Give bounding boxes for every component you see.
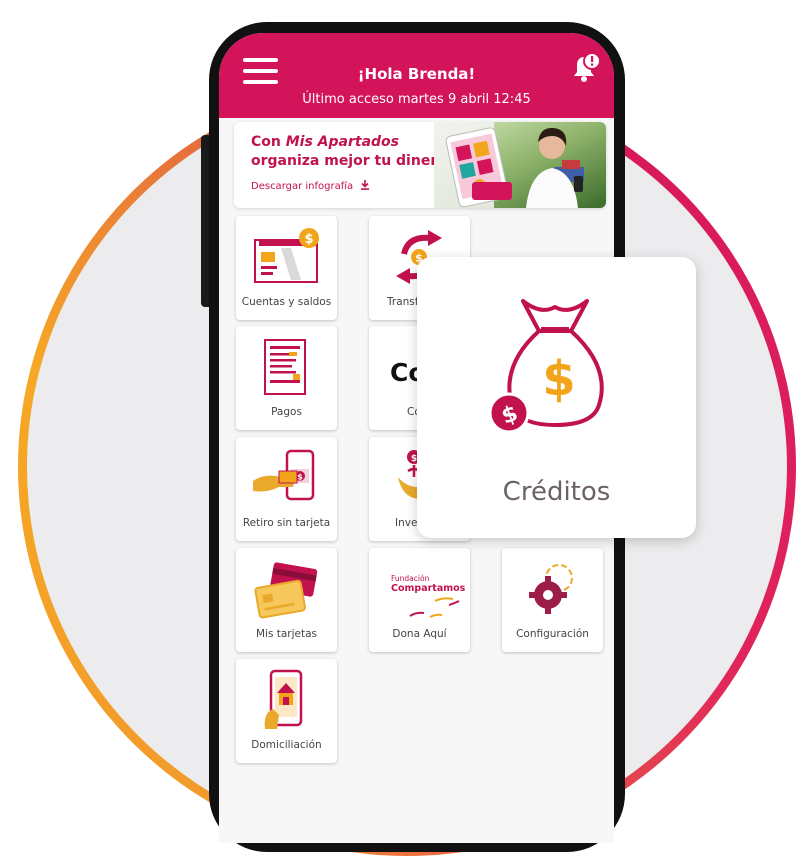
tile-label: Dona Aquí (392, 628, 447, 640)
cards-icon (254, 562, 318, 619)
tile-label: Pagos (271, 406, 302, 418)
tile-label: Cuentas y saldos (241, 296, 332, 308)
creditos-label: Créditos (502, 477, 611, 507)
tile-dona-aqui[interactable]: Fundación Compartamos Dona Aquí (369, 548, 470, 652)
tile-label: Retiro sin tarjeta (242, 517, 331, 529)
last-access-text: Último acceso martes 9 abril 12:45 (302, 92, 531, 107)
tile-domiciliacion[interactable]: Domiciliación (236, 659, 337, 763)
download-icon (361, 180, 370, 190)
svg-text:$: $ (304, 232, 313, 247)
cardless-withdrawal-icon: $ (253, 449, 315, 501)
svg-text:$: $ (297, 473, 303, 482)
gear-icon (529, 564, 573, 614)
download-infographic-link[interactable]: Descargar infografía (251, 180, 370, 192)
creditos-card[interactable]: $ $ Créditos (417, 257, 696, 538)
tile-label: Domiciliación (251, 739, 322, 751)
tile-label: Mis tarjetas (255, 628, 318, 640)
bill-document-icon (264, 339, 306, 395)
promo-banner[interactable]: Con Mis Apartados organiza mejor tu dine… (234, 122, 606, 208)
home-payment-icon (264, 669, 303, 729)
greeting-text: ¡Hola Brenda! (357, 65, 476, 83)
account-card-icon: $ (254, 228, 319, 283)
fundacion-compartamos-logo: Fundación Compartamos (391, 574, 465, 618)
svg-text:$: $ (542, 351, 575, 407)
money-bag-icon: $ $ (488, 299, 604, 431)
tile-pagos[interactable]: Pagos (236, 326, 337, 430)
tile-mis-tarjetas[interactable]: Mis tarjetas (236, 548, 337, 652)
tile-retiro-sin-tarjeta[interactable]: $ Retiro sin tarjeta (236, 437, 337, 541)
banner-photo (434, 122, 606, 208)
tile-label: Configuración (516, 628, 589, 640)
tile-cuentas-y-saldos[interactable]: $ Cuentas y saldos (236, 216, 337, 320)
notification-bell-icon[interactable] (567, 51, 601, 85)
app-header: ¡Hola Brenda! Último acceso martes 9 abr… (219, 33, 614, 118)
tile-configuracion[interactable]: Configuración (502, 548, 603, 652)
banner-title: Con Mis Apartados organiza mejor tu dine… (251, 134, 447, 169)
